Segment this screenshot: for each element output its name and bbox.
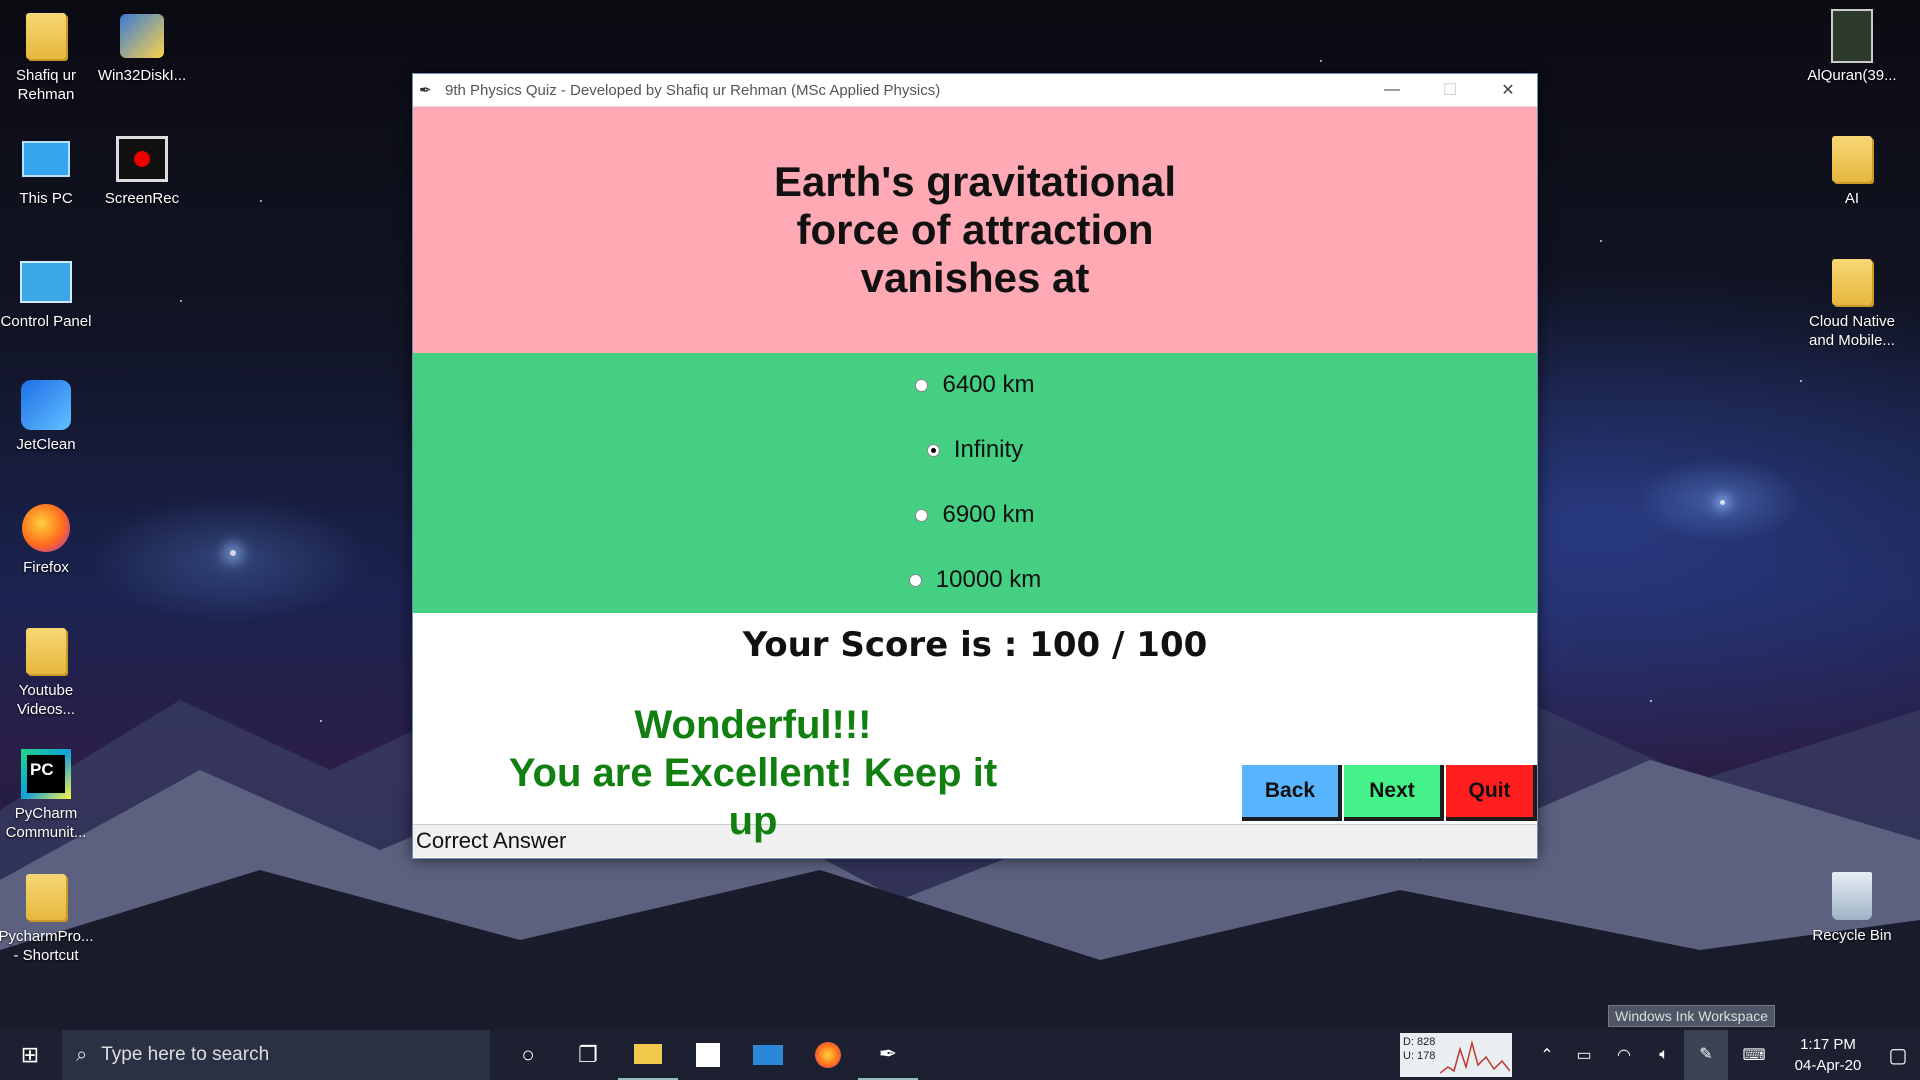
notifications-icon[interactable]: ▢ [1876, 1043, 1920, 1068]
control-panel-icon [20, 256, 72, 308]
question-panel: Earth's gravitational force of attractio… [413, 107, 1537, 353]
desktop-icon-ai[interactable]: AI [1804, 133, 1900, 208]
mail-icon[interactable] [738, 1030, 798, 1080]
option-4[interactable]: 10000 km [413, 566, 1537, 594]
radio-button-selected[interactable] [926, 443, 940, 457]
feedback-message: Wonderful!!! You are Excellent! Keep it … [493, 701, 1013, 845]
taskbar: ⊞ ⌕ Type here to search ○ ❐ ✒ D: 828 U: … [0, 1030, 1920, 1080]
desktop-icon-recycle-bin[interactable]: Recycle Bin [1804, 870, 1900, 945]
window-title: 9th Physics Quiz - Developed by Shafiq u… [445, 81, 941, 99]
desktop-icon-pycharm[interactable]: PC PyCharm Communit... [0, 748, 94, 842]
quiz-window: ✒ 9th Physics Quiz - Developed by Shafiq… [412, 73, 1538, 859]
jetclean-icon [20, 379, 72, 431]
computer-icon [20, 133, 72, 185]
feather-icon: ✒ [419, 82, 432, 99]
clock[interactable]: 1:17 PM 04-Apr-20 [1780, 1034, 1876, 1076]
window-titlebar[interactable]: ✒ 9th Physics Quiz - Developed by Shafiq… [413, 74, 1537, 107]
result-panel: Your Score is : 100 / 100 Wonderful!!! Y… [413, 613, 1537, 843]
desktop-icon-firefox[interactable]: Firefox [0, 502, 94, 577]
volume-icon[interactable]: 🔈︎ [1644, 1046, 1684, 1064]
score-label: Your Score is : 100 / 100 [742, 625, 1208, 665]
screen-recorder-icon [116, 133, 168, 185]
wifi-icon[interactable]: ◠ [1604, 1045, 1644, 1065]
battery-icon[interactable]: ▭ [1564, 1045, 1604, 1065]
disk-imager-icon [116, 10, 168, 62]
folder-icon [1826, 133, 1878, 185]
windows-start-icon[interactable]: ⊞ [0, 1030, 60, 1080]
option-2[interactable]: Infinity [413, 436, 1537, 464]
taskbar-search[interactable]: ⌕ Type here to search [62, 1030, 490, 1080]
desktop-icon-jetclean[interactable]: JetClean [0, 379, 94, 454]
firefox-taskbar-icon[interactable] [798, 1030, 858, 1080]
feedback-line-1: Wonderful!!! [634, 703, 872, 747]
desktop-icon-screenrec[interactable]: ScreenRec [94, 133, 190, 208]
back-button[interactable]: Back [1242, 765, 1342, 821]
ink-workspace-tooltip: Windows Ink Workspace [1608, 1005, 1776, 1027]
radio-button[interactable] [915, 378, 929, 392]
task-view-icon[interactable]: ❐ [558, 1030, 618, 1080]
desktop-icon-alquran[interactable]: AlQuran(39... [1804, 9, 1900, 85]
desktop-icon-control-panel[interactable]: Control Panel [0, 256, 94, 331]
firefox-icon [20, 502, 72, 554]
clock-date: 04-Apr-20 [1794, 1057, 1862, 1074]
option-3[interactable]: 6900 km [413, 501, 1537, 529]
search-placeholder: Type here to search [101, 1044, 270, 1065]
recycle-bin-icon [1826, 870, 1878, 922]
net-up-label: U: 178 [1403, 1050, 1436, 1062]
pycharm-icon: PC [20, 748, 72, 800]
folder-icon [20, 625, 72, 677]
radio-button[interactable] [915, 508, 929, 522]
search-icon: ⌕ [76, 1043, 88, 1066]
folder-icon [1826, 256, 1878, 308]
clock-time: 1:17 PM [1800, 1036, 1856, 1053]
desktop-icon-this-pc[interactable]: This PC [0, 133, 94, 208]
network-meter[interactable]: D: 828 U: 178 [1400, 1033, 1512, 1077]
options-panel: 6400 km Infinity 6900 km 10000 km [413, 353, 1537, 613]
chevron-up-icon[interactable]: ⌃ [1530, 1045, 1564, 1065]
feedback-line-2: You are Excellent! Keep it up [508, 751, 998, 843]
desktop-icon-win32disk[interactable]: Win32DiskI... [94, 10, 190, 85]
system-tray: D: 828 U: 178 ⌃ ▭ ◠ 🔈︎ ✎ ⌨ 1:17 PM 04-Ap… [1400, 1030, 1920, 1080]
desktop-icon-pycharmpro-shortcut[interactable]: PycharmPro... - Shortcut [0, 871, 94, 965]
user-folder-icon [20, 10, 72, 62]
keyboard-icon[interactable]: ⌨ [1728, 1045, 1780, 1065]
desktop-icon-shafiq[interactable]: Shafiq ur Rehman [0, 10, 94, 104]
next-button[interactable]: Next [1344, 765, 1444, 821]
maximize-button[interactable]: ☐ [1421, 74, 1479, 106]
close-button[interactable]: ✕ [1479, 74, 1537, 106]
option-1[interactable]: 6400 km [413, 371, 1537, 399]
pen-icon[interactable]: ✎ [1684, 1030, 1728, 1080]
quit-button[interactable]: Quit [1446, 765, 1537, 821]
radio-button[interactable] [908, 573, 922, 587]
desktop-icon-cloud-native[interactable]: Cloud Native and Mobile... [1804, 256, 1900, 350]
folder-icon [20, 871, 72, 923]
desktop-icon-youtube-videos[interactable]: Youtube Videos... [0, 625, 94, 719]
net-down-label: D: 828 [1403, 1036, 1436, 1048]
question-text: Earth's gravitational force of attractio… [773, 158, 1177, 301]
net-graph [1440, 1040, 1510, 1074]
file-explorer-icon[interactable] [618, 1030, 678, 1080]
cortana-icon[interactable]: ○ [498, 1030, 558, 1080]
minimize-button[interactable]: — [1363, 74, 1421, 106]
store-icon[interactable] [678, 1030, 738, 1080]
pdf-book-icon [1826, 9, 1878, 63]
python-feather-icon[interactable]: ✒ [858, 1030, 918, 1080]
